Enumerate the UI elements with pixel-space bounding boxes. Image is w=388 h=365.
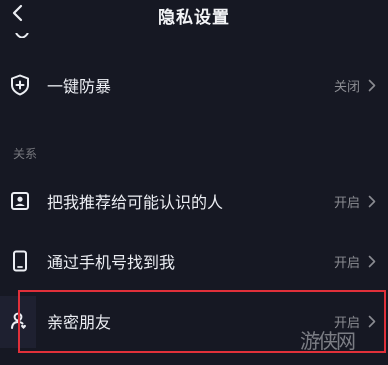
chevron-right-icon <box>366 194 378 208</box>
section-label-relations: 关系 <box>13 147 38 161</box>
row-find-me-by-phone[interactable]: 通过手机号找到我 开启 <box>0 233 388 289</box>
header: 隐私设置 <box>0 0 388 30</box>
row-recommend-to-acquaintances[interactable]: 把我推荐给可能认识的人 开启 <box>0 173 388 229</box>
row-label: 一键防暴 <box>47 77 112 96</box>
chevron-right-icon <box>366 78 378 92</box>
partial-row-icon <box>14 28 30 38</box>
row-label: 把我推荐给可能认识的人 <box>47 193 224 212</box>
row-status: 开启 <box>333 195 360 211</box>
chevron-left-icon <box>12 4 23 22</box>
row-status: 开启 <box>333 255 360 271</box>
contact-card-icon <box>9 190 31 212</box>
row-label: 亲密朋友 <box>47 313 112 332</box>
row-anti-violence[interactable]: 一键防暴 关闭 <box>0 57 388 113</box>
phone-icon <box>9 250 31 272</box>
shield-plus-icon <box>9 74 31 96</box>
page-title: 隐私设置 <box>158 7 230 28</box>
person-heart-icon <box>9 310 31 332</box>
row-status: 关闭 <box>333 79 360 95</box>
watermark-text: 游侠网 <box>300 328 356 353</box>
watermark-logo: 游侠网 <box>300 318 384 360</box>
row-label: 通过手机号找到我 <box>47 253 176 272</box>
privacy-settings-screen: 隐私设置 一键防暴 关闭 关系 把我推荐给可能认识的人 开启 通过手机号找到我 … <box>0 0 388 365</box>
back-button[interactable] <box>6 2 28 24</box>
chevron-right-icon <box>366 254 378 268</box>
